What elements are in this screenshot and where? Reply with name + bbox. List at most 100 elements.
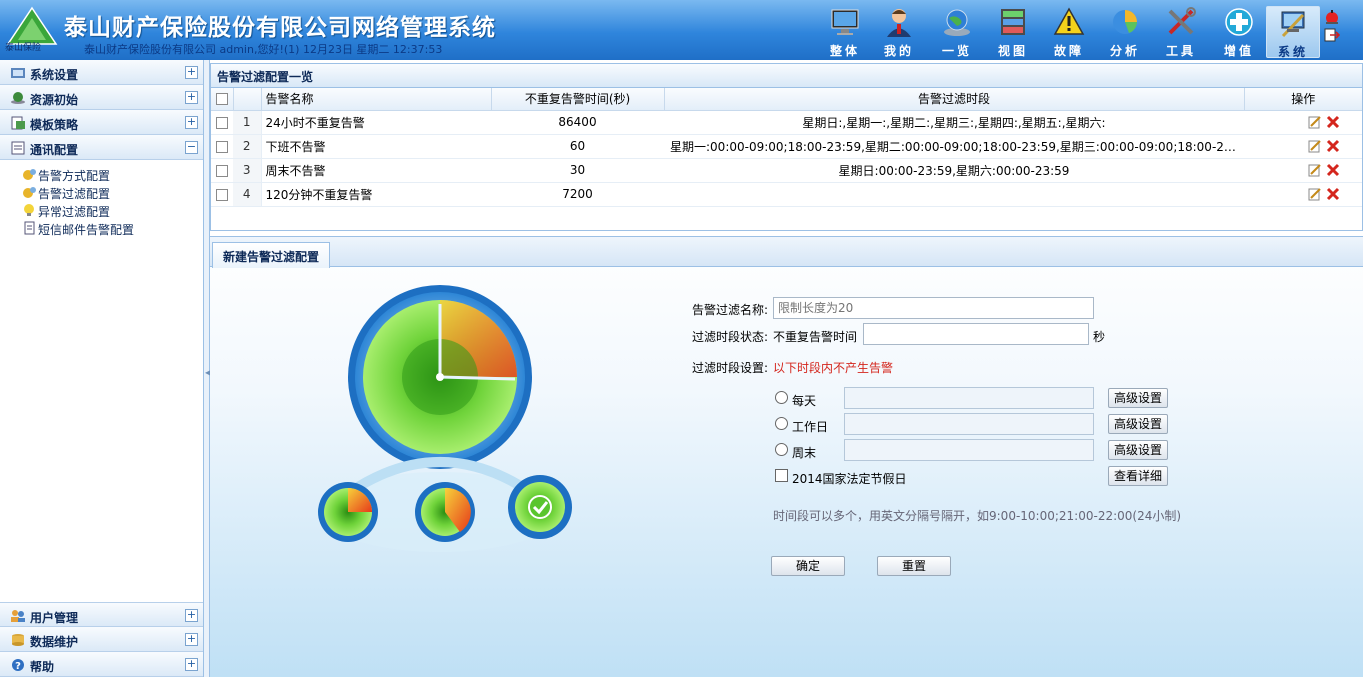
- alarm-name-cell: 120分钟不重复告警: [261, 182, 491, 207]
- edit-icon[interactable]: [1308, 163, 1322, 177]
- sidebar-item-data-maint[interactable]: 数据维护 +: [0, 627, 203, 652]
- radio-workday[interactable]: [775, 417, 788, 430]
- alarm-bell-icon[interactable]: [1324, 10, 1340, 24]
- nav-label: 分析: [1109, 44, 1140, 58]
- config-icon: [23, 187, 36, 198]
- document-icon: [24, 221, 35, 235]
- sidebar-item-template-policy[interactable]: 模板策略 +: [0, 110, 203, 135]
- expand-button[interactable]: +: [185, 633, 198, 646]
- advanced-settings-button[interactable]: 高级设置: [1108, 440, 1168, 460]
- nav-label: 我的: [883, 44, 914, 58]
- confirm-button[interactable]: 确定: [771, 556, 845, 576]
- sidebar-item-resource-init[interactable]: 资源初始 +: [0, 85, 203, 110]
- advanced-settings-button[interactable]: 高级设置: [1108, 414, 1168, 434]
- settings-panel-icon: [11, 68, 25, 78]
- sidebar: 系统设置 + 资源初始 + 模板策略 + 通讯配置 − 告警方式配置 告警过滤配…: [0, 60, 204, 677]
- interval-cell: 30: [491, 158, 664, 183]
- select-all-checkbox[interactable]: [215, 93, 228, 106]
- nav-analysis[interactable]: 分析: [1098, 6, 1152, 58]
- row-number: 3: [233, 158, 262, 183]
- reset-button[interactable]: 重置: [877, 556, 951, 576]
- sidebar-subitem-label: 告警方式配置: [38, 169, 111, 183]
- sidebar-item-user-mgmt[interactable]: 用户管理 +: [0, 602, 203, 627]
- seconds-unit: 秒: [1093, 330, 1106, 344]
- user-info: 泰山财产保险股份有限公司 admin,您好!(1) 12月23日 星期二 12:…: [84, 43, 443, 56]
- table-row[interactable]: 4 120分钟不重复告警 7200: [211, 182, 1362, 207]
- nav-overview[interactable]: 一览: [930, 6, 984, 58]
- column-header-ops: 操作: [1244, 88, 1362, 111]
- radio-everyday[interactable]: [775, 391, 788, 404]
- column-header-name[interactable]: 告警名称: [261, 88, 492, 111]
- edit-icon[interactable]: [1308, 139, 1322, 153]
- period-status-label: 过滤时段状态:: [692, 330, 769, 344]
- plus-icon: [1225, 8, 1253, 36]
- logo-text: 泰山保险: [5, 43, 42, 53]
- view-details-button[interactable]: 查看详细: [1108, 466, 1168, 486]
- row-checkbox[interactable]: [216, 164, 228, 177]
- table-header-row: 告警名称 不重复告警时间(秒) 告警过滤时段 操作: [211, 88, 1362, 111]
- expand-button[interactable]: +: [185, 66, 198, 79]
- interval-cell: 7200: [491, 182, 664, 207]
- nav-system[interactable]: 系统: [1266, 6, 1320, 59]
- table-row[interactable]: 2 下班不告警 60 星期一:00:00-09:00;18:00-23:59,星…: [211, 134, 1362, 159]
- sidebar-item-comm-config[interactable]: 通讯配置 −: [0, 135, 203, 160]
- resource-icon: [11, 92, 25, 104]
- sidebar-subitem-sms-email[interactable]: 短信邮件告警配置: [0, 219, 203, 237]
- sidebar-subitem-abnormal-filter[interactable]: 异常过滤配置: [0, 201, 203, 219]
- filter-table: 告警名称 不重复告警时间(秒) 告警过滤时段 操作 1 24小时不重复告警 86…: [211, 88, 1362, 207]
- nav-fault[interactable]: 故障: [1042, 6, 1096, 58]
- everyday-period-input[interactable]: [844, 387, 1094, 409]
- ops-cell: [1244, 182, 1362, 207]
- sidebar-item-label: 数据维护: [30, 635, 79, 649]
- filter-name-input[interactable]: [773, 297, 1094, 319]
- nav-addvalue[interactable]: 增值: [1212, 6, 1266, 58]
- row-checkbox[interactable]: [216, 140, 228, 153]
- row-checkbox[interactable]: [216, 116, 228, 129]
- expand-button[interactable]: +: [185, 658, 198, 671]
- table-row[interactable]: 1 24小时不重复告警 86400 星期日:,星期一:,星期二:,星期三:,星期…: [211, 110, 1362, 135]
- interval-cell: 86400: [491, 110, 664, 135]
- panel-title: 告警过滤配置一览: [211, 64, 1362, 88]
- option-label: 工作日: [792, 420, 829, 434]
- edit-icon[interactable]: [1308, 115, 1322, 129]
- period-cell: 星期日:,星期一:,星期二:,星期三:,星期四:,星期五:,星期六:: [664, 110, 1244, 135]
- edit-icon[interactable]: [1308, 187, 1322, 201]
- weekend-period-input[interactable]: [844, 439, 1094, 461]
- period-cell: 星期日:00:00-23:59,星期六:00:00-23:59: [664, 158, 1244, 183]
- column-header-period[interactable]: 告警过滤时段: [664, 88, 1245, 111]
- tools-icon: [1168, 7, 1196, 35]
- sidebar-item-help[interactable]: ? 帮助 +: [0, 652, 203, 677]
- norepeat-seconds-input[interactable]: [863, 323, 1089, 345]
- new-filter-panel: 新建告警过滤配置 告警过滤名称: 过滤时段状态: 不重复告警时间: [210, 236, 1363, 677]
- column-header-interval[interactable]: 不重复告警时间(秒): [491, 88, 665, 111]
- collapse-button[interactable]: −: [185, 141, 198, 154]
- nav-overall[interactable]: 整体: [818, 6, 872, 58]
- nav-view[interactable]: 视图: [986, 6, 1040, 58]
- expand-button[interactable]: +: [185, 116, 198, 129]
- row-number: 1: [233, 110, 262, 135]
- row-checkbox[interactable]: [216, 188, 228, 201]
- nav-tools[interactable]: 工具: [1154, 6, 1208, 58]
- holiday-checkbox[interactable]: [775, 469, 788, 482]
- holiday-label: 2014国家法定节假日: [792, 472, 907, 486]
- sidebar-subitem-alarm-filter[interactable]: 告警过滤配置: [0, 183, 203, 201]
- delete-icon[interactable]: [1326, 163, 1340, 177]
- delete-icon[interactable]: [1326, 115, 1340, 129]
- ops-cell: [1244, 134, 1362, 159]
- delete-icon[interactable]: [1326, 187, 1340, 201]
- tab-new-filter[interactable]: 新建告警过滤配置: [212, 242, 331, 268]
- radio-weekend[interactable]: [775, 443, 788, 456]
- delete-icon[interactable]: [1326, 139, 1340, 153]
- nav-mine[interactable]: 我的: [872, 6, 926, 58]
- logout-icon[interactable]: [1324, 28, 1340, 42]
- workday-period-input[interactable]: [844, 413, 1094, 435]
- tab-bar: 新建告警过滤配置: [210, 237, 1363, 268]
- sidebar-subitem-alarm-method[interactable]: 告警方式配置: [0, 165, 203, 183]
- globe-icon: [944, 9, 970, 36]
- table-row[interactable]: 3 周末不告警 30 星期日:00:00-23:59,星期六:00:00-23:…: [211, 158, 1362, 183]
- advanced-settings-button[interactable]: 高级设置: [1108, 388, 1168, 408]
- sidebar-item-system-settings[interactable]: 系统设置 +: [0, 60, 203, 85]
- expand-button[interactable]: +: [185, 609, 198, 622]
- expand-button[interactable]: +: [185, 91, 198, 104]
- hint-text: 时间段可以多个，用英文分隔号隔开，如9:00-10:00;21:00-22:00…: [773, 509, 1182, 523]
